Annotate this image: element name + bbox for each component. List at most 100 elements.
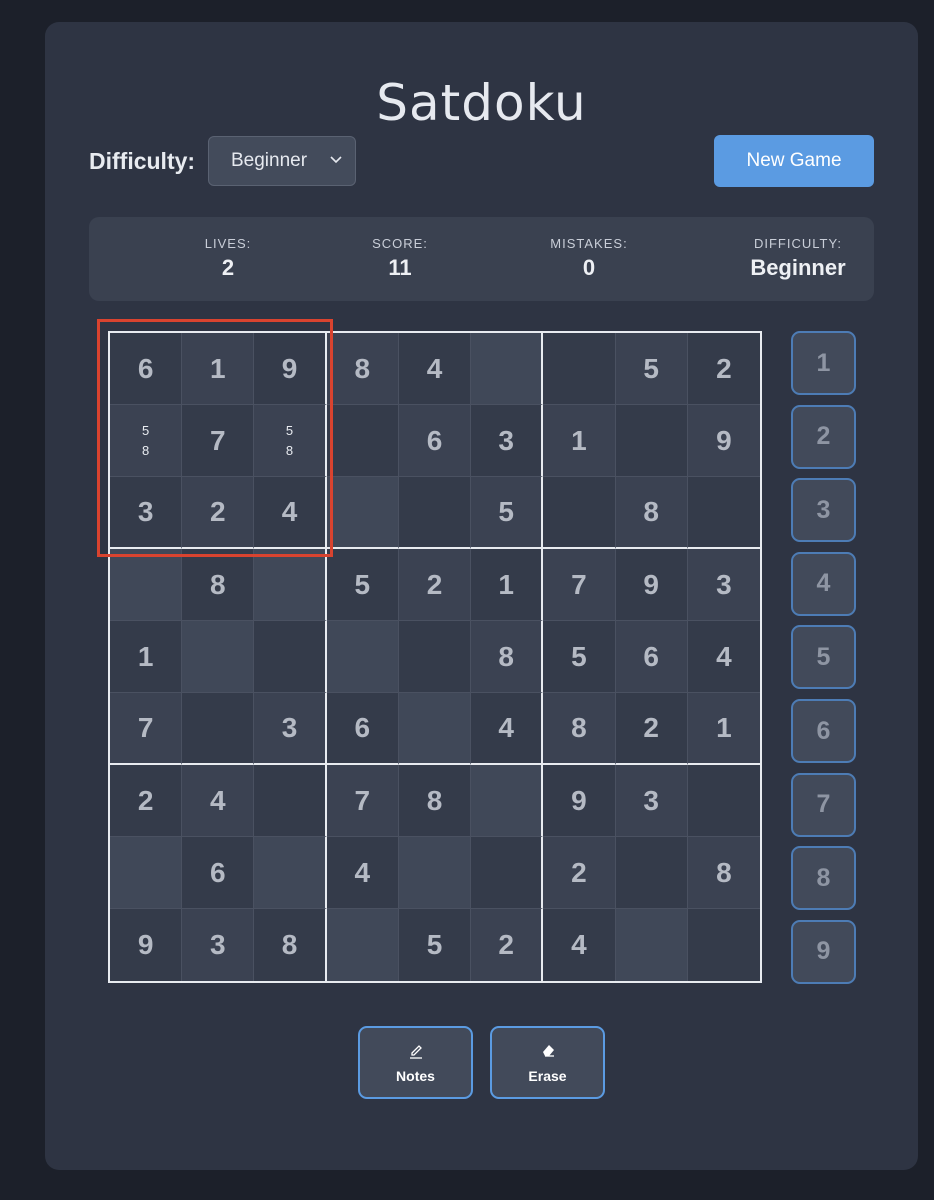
board-cell[interactable]: 4 bbox=[254, 477, 327, 549]
number-button-6[interactable]: 6 bbox=[791, 699, 856, 763]
board-cell[interactable] bbox=[398, 621, 472, 693]
board-cell[interactable]: 3 bbox=[110, 477, 183, 549]
board-cell[interactable]: 8 bbox=[182, 549, 255, 621]
board-cell[interactable]: 3 bbox=[687, 549, 760, 621]
number-button-4[interactable]: 4 bbox=[791, 551, 856, 616]
board-cell[interactable] bbox=[110, 549, 183, 621]
board-cell[interactable]: 4 bbox=[687, 621, 760, 693]
board-cell[interactable]: 9 bbox=[687, 405, 760, 477]
board-cell[interactable]: 58 bbox=[110, 405, 183, 477]
board-cell[interactable]: 8 bbox=[398, 765, 472, 837]
board-cell[interactable]: 4 bbox=[182, 765, 255, 837]
board-cell[interactable]: 2 bbox=[182, 477, 255, 549]
board-cell[interactable]: 8 bbox=[326, 333, 399, 405]
board-cell[interactable] bbox=[254, 549, 327, 621]
stat-mistakes: MISTAKES: 0 bbox=[489, 217, 689, 301]
board-cell[interactable] bbox=[471, 333, 544, 405]
board-cell[interactable] bbox=[254, 837, 327, 909]
cell-notes: 58 bbox=[286, 421, 293, 461]
board-cell[interactable] bbox=[615, 837, 688, 909]
board-cell[interactable] bbox=[471, 837, 544, 909]
board-cell[interactable]: 5 bbox=[471, 477, 544, 549]
board-cell[interactable]: 1 bbox=[543, 405, 616, 477]
board-cell[interactable]: 3 bbox=[182, 909, 255, 981]
board-cell[interactable] bbox=[615, 909, 688, 981]
stat-lives-value: 2 bbox=[221, 255, 235, 280]
board-cell[interactable]: 7 bbox=[110, 693, 183, 765]
board-cell[interactable]: 7 bbox=[182, 405, 255, 477]
number-button-5[interactable]: 5 bbox=[791, 625, 856, 690]
number-button-2[interactable]: 2 bbox=[791, 404, 856, 469]
board-cell[interactable] bbox=[615, 405, 688, 477]
board-cell[interactable]: 2 bbox=[543, 837, 616, 909]
board-cell[interactable] bbox=[182, 621, 255, 693]
board-cell[interactable] bbox=[398, 693, 472, 765]
board-cell[interactable]: 8 bbox=[543, 693, 616, 765]
board-cell[interactable] bbox=[326, 621, 399, 693]
board-cell[interactable] bbox=[110, 837, 183, 909]
board-cell[interactable]: 4 bbox=[471, 693, 544, 765]
difficulty-select[interactable]: Beginner bbox=[208, 136, 356, 186]
number-button-9[interactable]: 9 bbox=[791, 919, 856, 984]
board-cell[interactable]: 8 bbox=[254, 909, 327, 981]
board-cell[interactable]: 1 bbox=[182, 333, 255, 405]
board-cell[interactable] bbox=[254, 621, 327, 693]
board-cell[interactable]: 9 bbox=[615, 549, 688, 621]
board-cell[interactable]: 6 bbox=[398, 405, 472, 477]
board-cell[interactable]: 2 bbox=[471, 909, 544, 981]
board-cell[interactable] bbox=[182, 693, 255, 765]
board-cell[interactable]: 2 bbox=[398, 549, 472, 621]
board-cell[interactable] bbox=[398, 837, 472, 909]
cell-note-digit: 8 bbox=[141, 442, 150, 458]
number-button-3[interactable]: 3 bbox=[791, 478, 856, 543]
board-cell[interactable]: 1 bbox=[471, 549, 544, 621]
stat-lives: LIVES: 2 bbox=[128, 217, 328, 301]
board-cell[interactable] bbox=[326, 477, 399, 549]
board-cell[interactable]: 7 bbox=[543, 549, 616, 621]
board-cell[interactable]: 8 bbox=[615, 477, 688, 549]
board-cell[interactable] bbox=[687, 477, 760, 549]
notes-button[interactable]: Notes bbox=[358, 1026, 473, 1099]
board-cell[interactable] bbox=[543, 333, 616, 405]
board-cell[interactable]: 5 bbox=[326, 549, 399, 621]
board-cell[interactable]: 9 bbox=[254, 333, 327, 405]
erase-button[interactable]: Erase bbox=[490, 1026, 605, 1099]
board-cell[interactable] bbox=[326, 405, 399, 477]
board-cell[interactable]: 9 bbox=[110, 909, 183, 981]
board-cell[interactable]: 1 bbox=[687, 693, 760, 765]
board-cell[interactable]: 5 bbox=[543, 621, 616, 693]
board-cell[interactable] bbox=[398, 477, 472, 549]
board-cell[interactable]: 5 bbox=[615, 333, 688, 405]
board-cell[interactable]: 8 bbox=[471, 621, 544, 693]
board-cell[interactable]: 3 bbox=[615, 765, 688, 837]
board-cell[interactable]: 2 bbox=[615, 693, 688, 765]
board-cell[interactable]: 4 bbox=[398, 333, 472, 405]
erase-label: Erase bbox=[528, 1068, 567, 1084]
board-cell[interactable] bbox=[254, 765, 327, 837]
board-cell[interactable]: 8 bbox=[687, 837, 760, 909]
board-cell[interactable]: 6 bbox=[615, 621, 688, 693]
board-cell[interactable] bbox=[471, 765, 544, 837]
board-cell[interactable]: 6 bbox=[110, 333, 183, 405]
board-cell[interactable]: 2 bbox=[687, 333, 760, 405]
board-cell[interactable]: 1 bbox=[110, 621, 183, 693]
board-cell[interactable]: 6 bbox=[182, 837, 255, 909]
board-cell[interactable] bbox=[326, 909, 399, 981]
board-cell[interactable]: 3 bbox=[471, 405, 544, 477]
board-cell[interactable]: 7 bbox=[326, 765, 399, 837]
board-cell[interactable] bbox=[687, 909, 760, 981]
number-button-8[interactable]: 8 bbox=[791, 846, 856, 911]
number-button-1[interactable]: 1 bbox=[791, 331, 856, 395]
number-button-7[interactable]: 7 bbox=[791, 772, 856, 837]
board-cell[interactable]: 4 bbox=[543, 909, 616, 981]
board-cell[interactable]: 4 bbox=[326, 837, 399, 909]
board-cell[interactable]: 2 bbox=[110, 765, 183, 837]
board-cell[interactable]: 58 bbox=[254, 405, 327, 477]
board-cell[interactable]: 5 bbox=[398, 909, 472, 981]
board-cell[interactable]: 3 bbox=[254, 693, 327, 765]
board-cell[interactable] bbox=[687, 765, 760, 837]
board-cell[interactable]: 9 bbox=[543, 765, 616, 837]
board-cell[interactable] bbox=[543, 477, 616, 549]
board-cell[interactable]: 6 bbox=[326, 693, 399, 765]
new-game-button[interactable]: New Game bbox=[714, 135, 874, 187]
